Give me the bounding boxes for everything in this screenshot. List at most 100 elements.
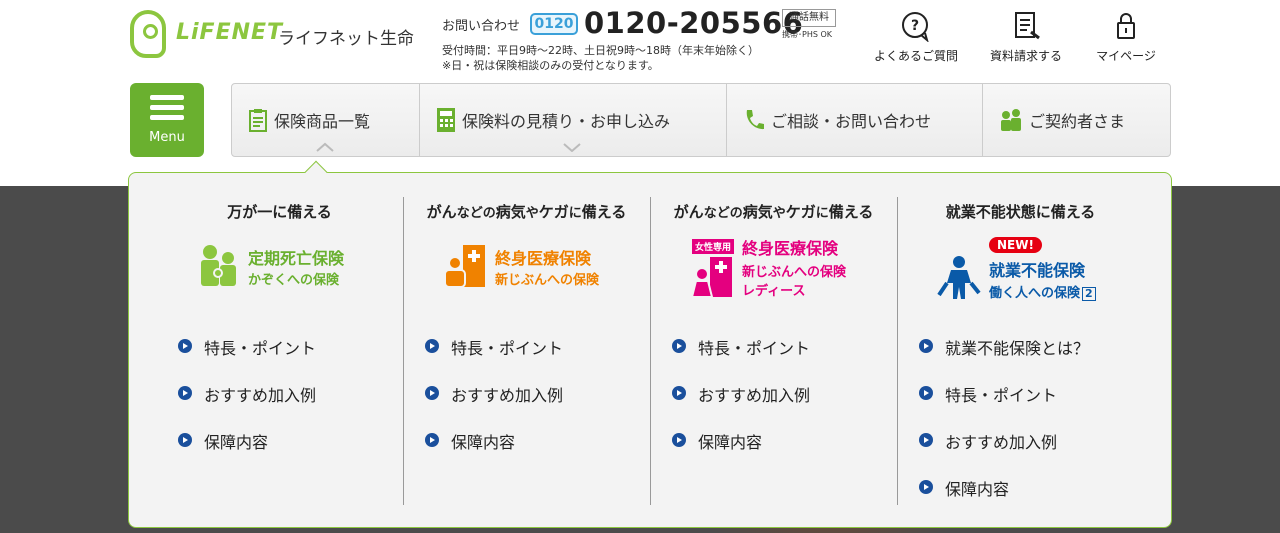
product-name: 終身医療保険 <box>742 239 839 258</box>
svg-text:?: ? <box>911 18 919 34</box>
link-about[interactable]: 就業不能保険とは？ <box>919 335 1089 382</box>
link-list: 特長・ポイント おすすめ加入例 保障内容 <box>672 335 810 476</box>
site-header: LiFENET ライフネット生命 お問い合わせ 0120 0120-205566… <box>0 0 1280 80</box>
document-request-label: 資料請求する <box>989 49 1062 63</box>
product-subtitle: 働く人への保険 2 <box>989 282 1096 301</box>
link-examples[interactable]: おすすめ加入例 <box>672 382 810 429</box>
women-only-tag: 女性専用 <box>692 239 735 254</box>
faq-icon: ? <box>902 12 929 42</box>
arrow-circle-icon <box>425 339 439 353</box>
link-features[interactable]: 特長・ポイント <box>919 382 1089 429</box>
link-list: 就業不能保険とは？ 特長・ポイント おすすめ加入例 保障内容 <box>919 335 1089 523</box>
link-examples[interactable]: おすすめ加入例 <box>178 382 316 429</box>
product-subtitle: かぞくへの保険 <box>248 273 340 288</box>
chevron-up-icon <box>316 142 334 152</box>
nav-item-contact-label: ご相談・お問い合わせ <box>771 112 932 131</box>
nav-item-products-label: 保険商品一覧 <box>274 112 371 131</box>
column-whole-life-medical-ladies: がんなどの病気やケガに備える 女性専用 終身医療保険 新じぶんへの保険 レディー… <box>650 197 897 507</box>
link-label: 保障内容 <box>204 433 269 452</box>
clipboard-icon <box>249 109 267 132</box>
logo-japanese-name: ライフネット生命 <box>278 29 414 49</box>
product-disability[interactable]: NEW! 就業不能保険 働く人への保険 2 <box>935 235 1125 305</box>
product-name: 就業不能保険 <box>989 261 1086 280</box>
arrow-circle-icon <box>672 433 686 447</box>
phone-icon <box>746 110 764 130</box>
nav-item-quote-label: 保険料の見積り・お申し込み <box>462 112 671 131</box>
faq-link[interactable]: ? よくあるご質問 <box>861 10 971 70</box>
chevron-down-icon <box>563 143 581 152</box>
link-examples[interactable]: おすすめ加入例 <box>919 429 1089 476</box>
nav-item-policyholders[interactable]: ご契約者さま <box>983 84 1170 156</box>
worker-icon <box>937 256 981 299</box>
menu-button[interactable]: Menu <box>130 83 204 157</box>
product-term-life[interactable]: 定期死亡保険 かぞくへの保険 <box>196 235 376 305</box>
arrow-circle-icon <box>919 480 933 494</box>
link-list: 特長・ポイント おすすめ加入例 保障内容 <box>425 335 563 476</box>
column-heading: 万が一に備える <box>227 203 332 221</box>
link-label: 保障内容 <box>945 480 1010 499</box>
column-heading: 就業不能状態に備える <box>945 203 1096 221</box>
mypage-label: マイページ <box>1096 49 1156 63</box>
column-whole-life-medical: がんなどの病気やケガに備える 終身医療保険 新じぶんへの保険 特長・ポイント お… <box>403 197 650 507</box>
contact-block: お問い合わせ 0120 0120-205566 通話無料 携帯･PHS OK 受… <box>442 6 842 72</box>
family-icon <box>201 245 236 286</box>
link-coverage[interactable]: 保障内容 <box>919 476 1089 523</box>
arrow-circle-icon <box>178 433 192 447</box>
new-badge: NEW! <box>989 237 1042 253</box>
hospital-patient-icon <box>444 245 485 288</box>
hamburger-icon <box>150 95 184 121</box>
nav-item-quote[interactable]: 保険料の見積り・お申し込み <box>420 84 727 156</box>
link-examples[interactable]: おすすめ加入例 <box>425 382 563 429</box>
menu-label: Menu <box>149 130 185 145</box>
arrow-circle-icon <box>425 433 439 447</box>
document-request-link[interactable]: 資料請求する <box>971 10 1081 70</box>
product-whole-life-medical[interactable]: 終身医療保険 新じぶんへの保険 <box>443 235 623 305</box>
column-disability: 就業不能状態に備える NEW! 就業不能保険 働く人への保険 2 就業不能保険とは… <box>897 197 1144 507</box>
link-label: 保障内容 <box>451 433 516 452</box>
link-label: 特長・ポイント <box>945 386 1058 405</box>
arrow-circle-icon <box>919 339 933 353</box>
business-hours: 受付時間：平日9時～22時、土日祝9時～18時（年末年始除く） <box>442 44 759 57</box>
link-list: 特長・ポイント おすすめ加入例 保障内容 <box>178 335 316 476</box>
products-mega-menu: 万が一に備える 定期死亡保険 かぞくへの保険 特長・ポイント おすすめ加入例 保… <box>128 172 1172 528</box>
link-coverage[interactable]: 保障内容 <box>672 429 810 476</box>
faq-label: よくあるご質問 <box>873 49 958 63</box>
link-label: 特長・ポイント <box>451 339 564 358</box>
mobile-ok-note: 携帯･PHS OK <box>782 30 833 39</box>
product-subtitle: 新じぶんへの保険 <box>495 273 600 288</box>
arrow-circle-icon <box>672 339 686 353</box>
product-whole-life-medical-ladies[interactable]: 女性専用 終身医療保険 新じぶんへの保険 レディース <box>690 235 880 305</box>
nav-item-products[interactable]: 保険商品一覧 <box>232 84 420 156</box>
column-term-life: 万が一に備える 定期死亡保険 かぞくへの保険 特長・ポイント おすすめ加入例 保… <box>156 197 403 507</box>
phone-number[interactable]: 0120-205566 <box>584 6 803 40</box>
logo-wordmark: LiFENET <box>176 20 284 45</box>
nav-item-contact[interactable]: ご相談・お問い合わせ <box>727 84 983 156</box>
column-heading: がんなどの病気やケガに備える <box>673 203 874 221</box>
link-label: 特長・ポイント <box>204 339 317 358</box>
hospital-woman-icon <box>690 257 732 298</box>
link-features[interactable]: 特長・ポイント <box>425 335 563 382</box>
link-features[interactable]: 特長・ポイント <box>178 335 316 382</box>
contact-label: お問い合わせ <box>442 19 521 34</box>
link-features[interactable]: 特長・ポイント <box>672 335 810 382</box>
arrow-circle-icon <box>672 386 686 400</box>
link-label: おすすめ加入例 <box>945 433 1058 452</box>
free-call-badge: 通話無料 <box>782 9 836 27</box>
product-subtitle-ladies: レディース <box>742 284 806 299</box>
link-label: 特長・ポイント <box>698 339 811 358</box>
calculator-icon <box>437 108 455 132</box>
global-nav: 保険商品一覧 保険料の見積り・お申し込み ご相談・お問い合わせ ご契約者さま <box>231 83 1171 157</box>
holiday-note: ※日・祝は保険相談のみの受付となります。 <box>442 59 659 72</box>
column-heading: がんなどの病気やケガに備える <box>426 203 627 221</box>
link-coverage[interactable]: 保障内容 <box>425 429 563 476</box>
document-request-icon <box>1015 12 1040 40</box>
arrow-circle-icon <box>178 339 192 353</box>
arrow-circle-icon <box>425 386 439 400</box>
arrow-circle-icon <box>919 433 933 447</box>
lifenet-logo[interactable]: LiFENET ライフネット生命 <box>130 8 420 60</box>
link-label: 就業不能保険とは？ <box>945 339 1090 358</box>
logo-face-icon <box>130 10 166 58</box>
product-name: 終身医療保険 <box>495 249 592 268</box>
mypage-link[interactable]: マイページ <box>1071 10 1181 70</box>
link-coverage[interactable]: 保障内容 <box>178 429 316 476</box>
